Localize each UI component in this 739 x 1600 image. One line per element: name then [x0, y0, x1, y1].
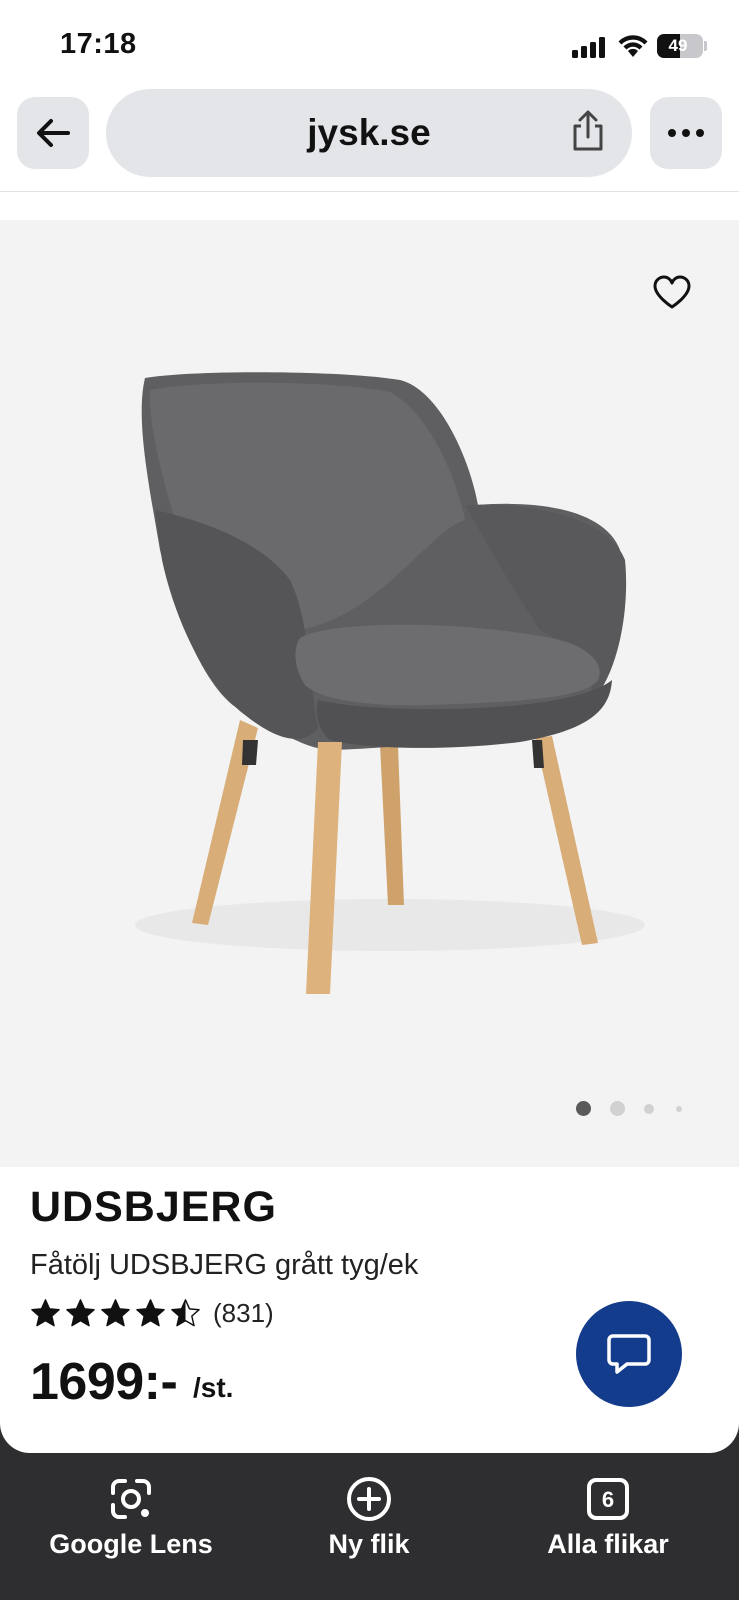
status-time: 17:18 — [60, 28, 137, 60]
heart-icon[interactable] — [652, 274, 692, 310]
review-count[interactable]: (831) — [213, 1298, 274, 1329]
product-rating[interactable]: (831) — [30, 1295, 274, 1331]
battery-percent: 49 — [668, 36, 688, 55]
pagination-dot[interactable] — [676, 1106, 682, 1112]
cellular-signal-icon — [572, 36, 606, 58]
star-full-icon — [136, 1298, 165, 1326]
pagination-dot[interactable] — [610, 1101, 625, 1116]
page-sheet: 17:18 49 jysk.se UDSBJERG Fåtölj UDSBJER… — [0, 0, 739, 1453]
browser-toolbar: Google Lens Ny flik 6 Alla flikar — [0, 1453, 739, 1600]
share-icon[interactable] — [568, 109, 608, 153]
back-button[interactable] — [17, 97, 89, 169]
tabs-icon: 6 — [587, 1478, 629, 1520]
wifi-icon — [618, 35, 648, 57]
toolbar-label: Alla flikar — [547, 1529, 669, 1559]
divider — [0, 191, 739, 192]
star-rating — [30, 1298, 201, 1329]
arrow-left-icon — [37, 119, 70, 147]
url-text: jysk.se — [307, 112, 431, 153]
all-tabs-button[interactable]: 6 Alla flikar — [498, 1475, 718, 1560]
price-unit: /st. — [193, 1372, 234, 1403]
product-image-armchair — [135, 372, 645, 994]
product-image-gallery[interactable] — [0, 220, 739, 1167]
toolbar-label: Ny flik — [328, 1529, 410, 1559]
chat-button[interactable] — [576, 1301, 682, 1407]
address-bar[interactable]: jysk.se — [106, 89, 632, 177]
google-lens-icon — [111, 1479, 151, 1519]
more-options-button[interactable] — [650, 97, 722, 169]
status-bar: 17:18 49 — [0, 0, 739, 88]
battery-icon: 49 — [657, 34, 703, 58]
battery-nub — [704, 41, 707, 51]
plus-circle-icon — [347, 1477, 391, 1521]
star-full-icon — [31, 1298, 60, 1326]
dot-icon — [668, 129, 676, 137]
chat-bubble-icon — [607, 1334, 651, 1374]
pagination-dot[interactable] — [644, 1104, 654, 1114]
toolbar-label: Google Lens — [49, 1529, 213, 1559]
star-full-icon — [66, 1298, 95, 1326]
product-brand: UDSBJERG — [30, 1183, 277, 1231]
tab-count: 6 — [602, 1487, 614, 1512]
dot-icon — [696, 129, 704, 137]
star-full-icon — [101, 1298, 130, 1326]
google-lens-button[interactable]: Google Lens — [21, 1475, 241, 1560]
star-half-icon — [171, 1298, 200, 1326]
pagination-dot-active[interactable] — [576, 1101, 591, 1116]
product-description[interactable]: Fåtölj UDSBJERG grått tyg/ek — [30, 1249, 418, 1282]
new-tab-button[interactable]: Ny flik — [259, 1475, 479, 1560]
dot-icon — [682, 129, 690, 137]
product-price: 1699:- — [30, 1353, 178, 1411]
